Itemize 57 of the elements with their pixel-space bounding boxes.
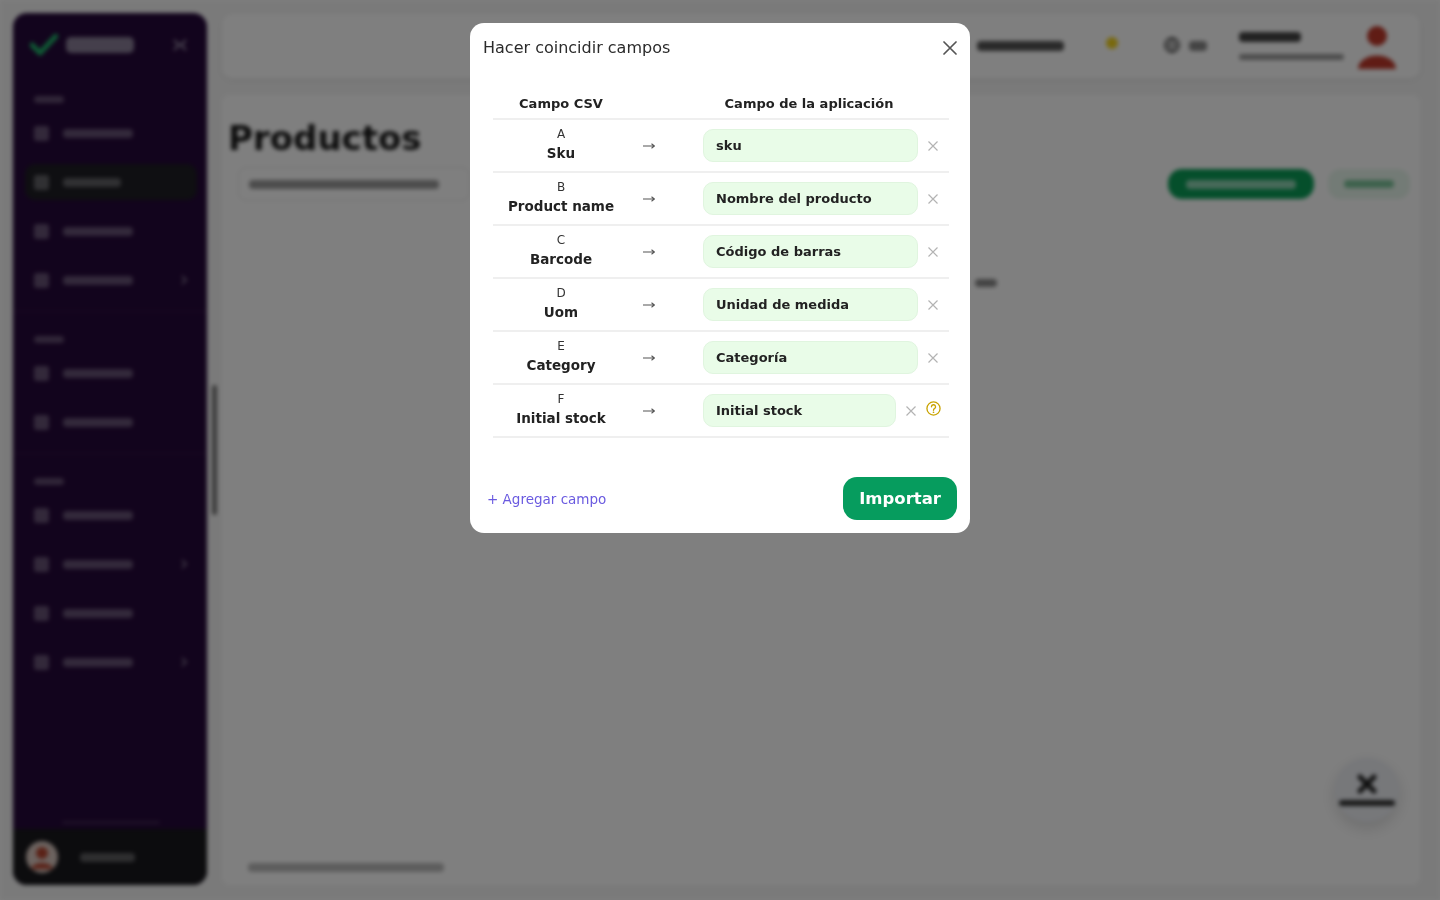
page-title: Productos <box>228 117 422 160</box>
column-header: Campo CSV <box>518 95 604 111</box>
column-letter: C <box>556 232 566 249</box>
sidebar-item[interactable] <box>25 164 197 200</box>
globe-icon[interactable] <box>1164 37 1180 53</box>
arrow-right-icon <box>643 195 655 202</box>
collapse-icon[interactable] <box>173 39 187 51</box>
app-field-select[interactable]: Código de barras <box>703 235 918 268</box>
help-icon[interactable] <box>926 401 941 416</box>
csv-field-name: Uom <box>543 303 579 322</box>
arrow-right-icon <box>643 354 655 361</box>
scrollbar-thumb[interactable] <box>212 385 217 515</box>
import-button[interactable]: Importar <box>843 477 957 520</box>
search-field[interactable] <box>238 167 470 201</box>
dialog-title: Hacer coincidir campos <box>483 37 671 59</box>
blurred-text <box>1189 41 1207 51</box>
arrow-right-icon <box>643 248 655 255</box>
app-field-select[interactable]: Unidad de medida <box>703 288 918 321</box>
blurred-text <box>1344 180 1394 188</box>
column-letter: B <box>556 179 566 196</box>
app-field-select[interactable]: Nombre del producto <box>703 182 918 215</box>
add-field-link[interactable]: + Agregar campo <box>487 490 607 507</box>
arrow-right-icon <box>643 407 655 414</box>
close-icon <box>928 193 938 204</box>
menu-button[interactable] <box>1328 169 1410 199</box>
add-button[interactable] <box>1168 169 1314 199</box>
csv-field-name: Barcode <box>529 250 593 269</box>
column-letter: E <box>557 338 565 355</box>
csv-field-name: Product name <box>507 197 615 216</box>
blurred-text <box>1339 800 1395 806</box>
cross-icon <box>1357 774 1377 794</box>
column-letter: F <box>557 391 565 408</box>
csv-field-name: Category <box>526 356 596 375</box>
avatar-icon[interactable] <box>1356 23 1398 69</box>
blurred-text <box>1239 32 1301 42</box>
blurred-text <box>66 37 134 53</box>
csv-field-name: Sku <box>546 144 576 163</box>
close-icon <box>928 299 938 310</box>
close-icon <box>928 140 938 151</box>
arrow-right-icon <box>643 301 655 308</box>
user-panel[interactable] <box>13 829 207 885</box>
blurred-text <box>975 279 997 287</box>
close-icon <box>928 246 938 257</box>
checkmark-logo-icon <box>30 34 58 56</box>
app-field-select[interactable]: Initial stock <box>703 394 896 427</box>
column-letter: A <box>556 126 566 143</box>
close-icon <box>943 41 957 55</box>
column-letter: D <box>556 285 566 302</box>
dot-icon[interactable] <box>1106 37 1118 49</box>
app-field-select[interactable]: Categoría <box>703 341 918 374</box>
csv-field-name: Initial stock <box>516 409 606 428</box>
app-field-select[interactable]: sku <box>703 129 918 162</box>
avatar-icon <box>26 841 58 873</box>
arrow-right-icon <box>643 142 655 149</box>
close-icon <box>906 405 916 416</box>
close-icon <box>928 352 938 363</box>
column-header: Campo de la aplicación <box>723 95 895 111</box>
